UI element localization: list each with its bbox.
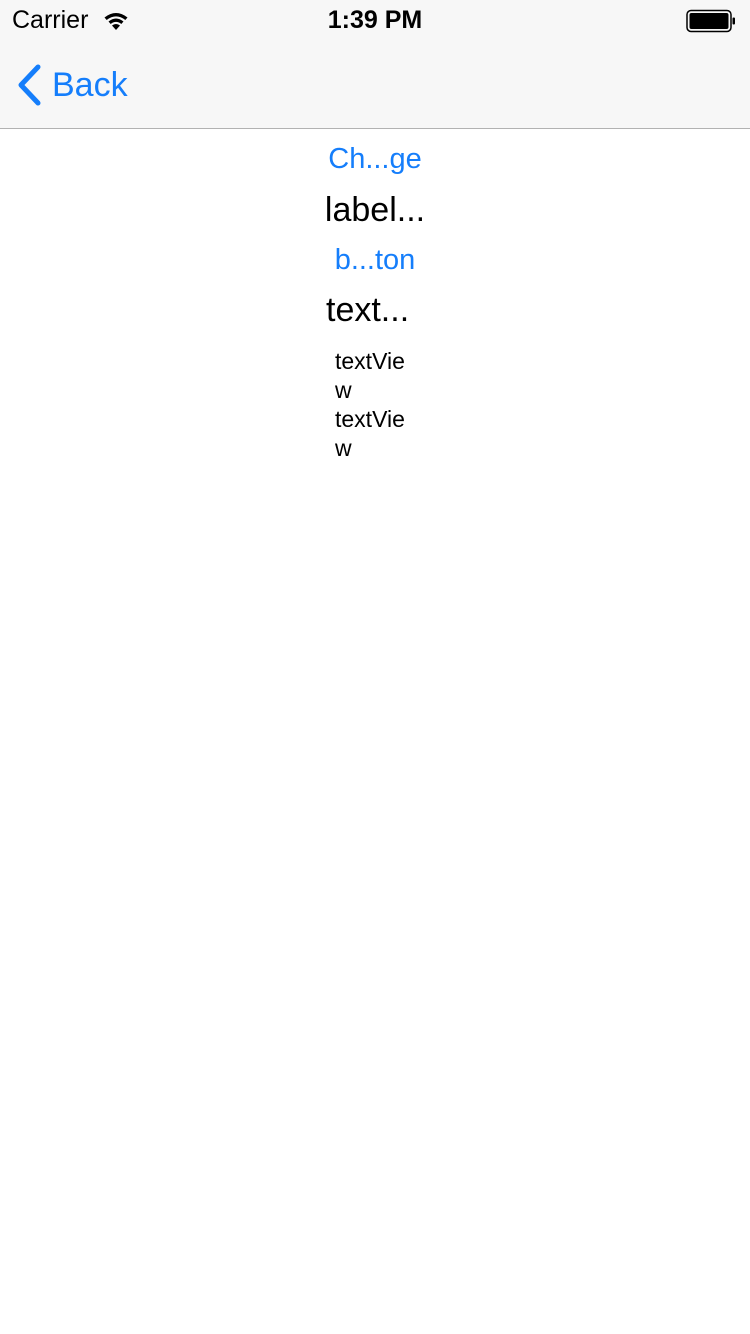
chevron-left-icon bbox=[18, 64, 41, 106]
battery-icon bbox=[686, 9, 735, 33]
text-field[interactable]: text... bbox=[326, 289, 426, 331]
label-text: label... bbox=[324, 191, 426, 229]
clock: 1:39 PM bbox=[327, 6, 423, 34]
text-view[interactable]: textVie w textVie w bbox=[335, 347, 425, 463]
back-button[interactable]: Back bbox=[14, 62, 128, 108]
change-button[interactable]: Ch...ge bbox=[0, 141, 750, 177]
status-bar: Carrier 1:39 PM bbox=[0, 0, 750, 40]
plain-button[interactable]: b...ton bbox=[0, 242, 750, 278]
text-view-line: textVie bbox=[335, 406, 405, 432]
text-view-line: w bbox=[335, 377, 352, 403]
text-view-line: textVie bbox=[335, 348, 405, 374]
back-label: Back bbox=[52, 66, 128, 104]
navigation-bar: Back bbox=[0, 40, 750, 129]
text-view-line: w bbox=[335, 435, 352, 461]
